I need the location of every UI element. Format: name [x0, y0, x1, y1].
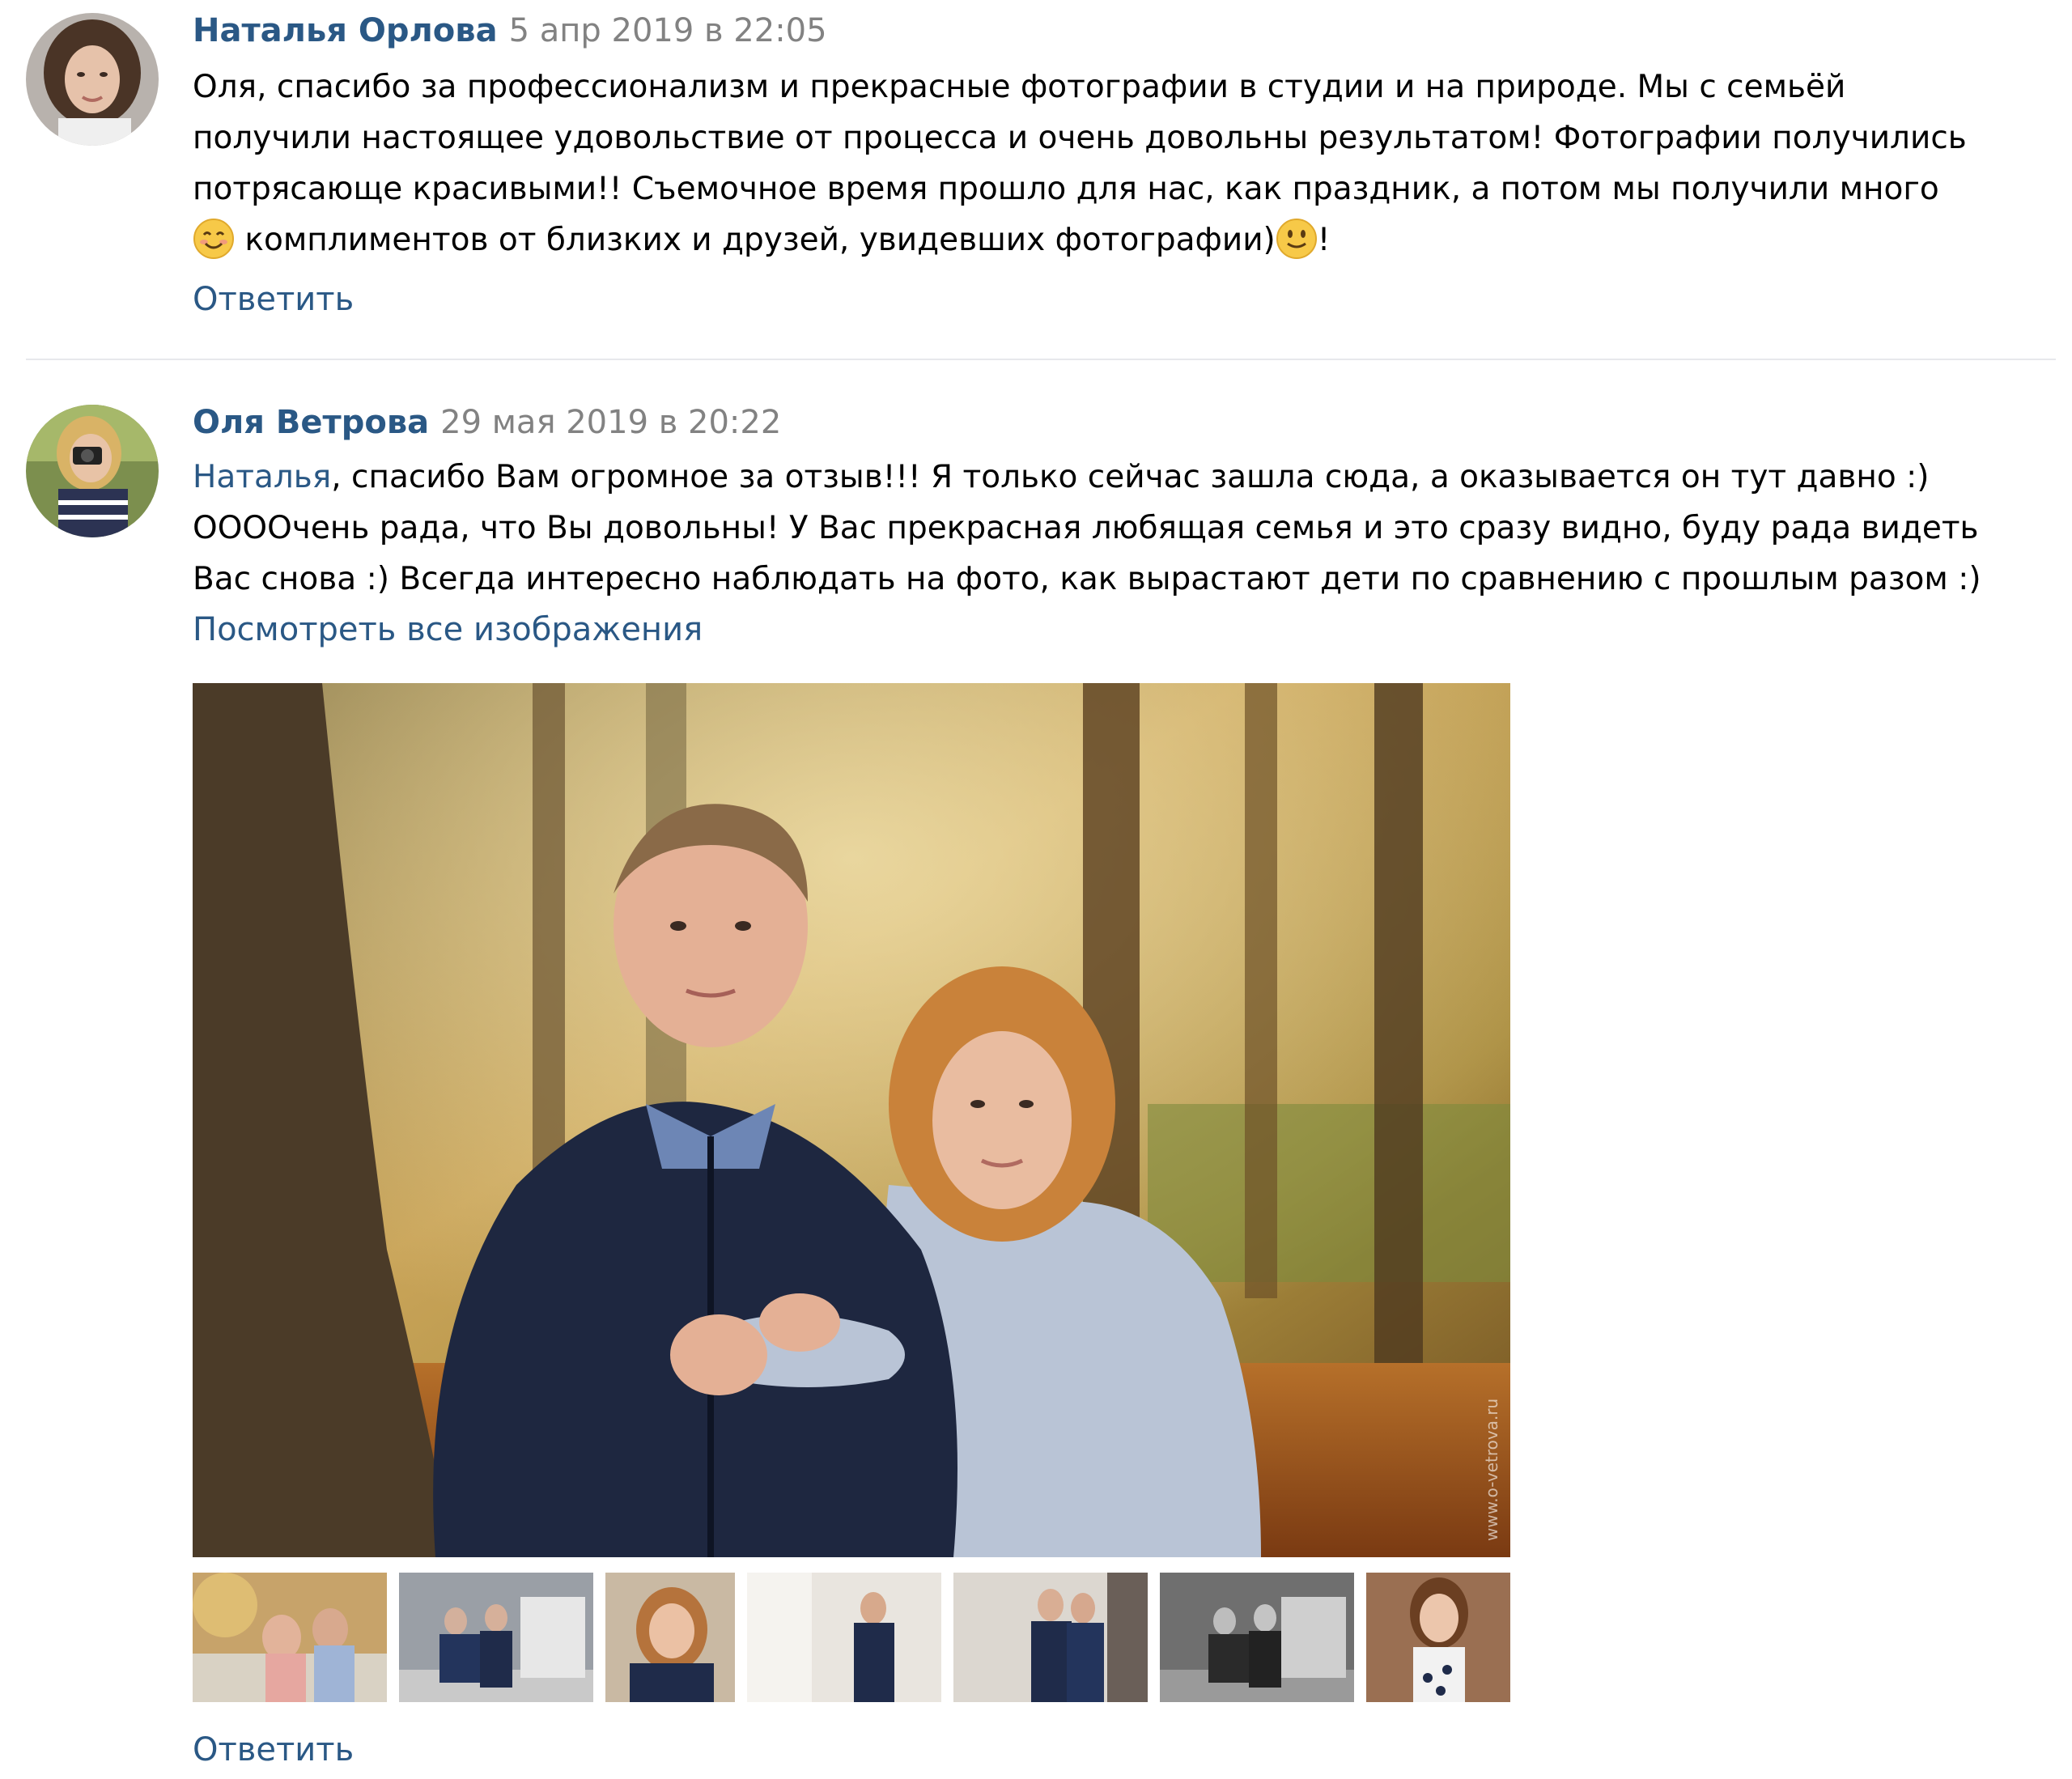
- comment-text: Оля, спасибо за профессионализм и прекра…: [193, 62, 2054, 265]
- comment-line: Наталья, спасибо Вам огромное за отзыв!!…: [193, 452, 2054, 503]
- comment-line-text: , спасибо Вам огромное за отзыв!!! Я тол…: [331, 459, 1930, 495]
- comment-header: Оля Ветрова 29 мая 2019 в 20:22: [193, 401, 781, 444]
- mention-link[interactable]: Наталья: [193, 459, 331, 495]
- reply-button[interactable]: Ответить: [193, 1729, 354, 1771]
- comment-line-text: комплиментов от близких и друзей, увидев…: [235, 222, 1276, 258]
- photo-thumbnail-5[interactable]: [953, 1573, 1148, 1702]
- photo-thumbnail-3[interactable]: [605, 1573, 735, 1702]
- attached-photo-main[interactable]: www.o-vetrova.ru: [193, 683, 1510, 1557]
- author-name[interactable]: Оля Ветрова: [193, 404, 429, 441]
- comment-text: Наталья, спасибо Вам огромное за отзыв!!…: [193, 452, 2054, 605]
- author-name[interactable]: Наталья Орлова: [193, 12, 498, 49]
- photo-watermark: www.o-vetrova.ru: [1482, 1399, 1501, 1541]
- photo-thumbnail-2[interactable]: [399, 1573, 593, 1702]
- comment-header: Наталья Орлова 5 апр 2019 в 22:05: [193, 10, 827, 52]
- comment-line: ООООчень рада, что Вы довольны! У Вас пр…: [193, 510, 1979, 546]
- comment-line-with-emoji: комплиментов от близких и друзей, увидев…: [193, 214, 2054, 265]
- slight-smile-emoji-icon: [1276, 219, 1317, 259]
- comment-date[interactable]: 29 мая 2019 в 20:22: [440, 404, 781, 441]
- avatar-olya[interactable]: [26, 405, 159, 537]
- avatar-natalya[interactable]: [26, 13, 159, 146]
- comment-line: потрясающе красивыми!! Съемочное время п…: [193, 171, 1939, 207]
- photo-thumbnail-6[interactable]: [1160, 1573, 1354, 1702]
- comment-line: Оля, спасибо за профессионализм и прекра…: [193, 69, 1846, 105]
- photo-thumbnail-7[interactable]: [1366, 1573, 1510, 1702]
- comment-divider: [26, 359, 2056, 360]
- comment-line: получили настоящее удовольствие от проце…: [193, 120, 1967, 156]
- view-all-images-link[interactable]: Посмотреть все изображения: [193, 609, 703, 651]
- reply-button[interactable]: Ответить: [193, 278, 354, 321]
- photo-thumbnail-4[interactable]: [747, 1573, 941, 1702]
- comment-line-end: !: [1317, 222, 1331, 258]
- comment-date[interactable]: 5 апр 2019 в 22:05: [509, 12, 827, 49]
- photo-thumbnail-1[interactable]: [193, 1573, 387, 1702]
- comment-line: Вас снова :) Всегда интересно наблюдать …: [193, 561, 1981, 597]
- smiling-face-emoji-icon: [193, 219, 234, 259]
